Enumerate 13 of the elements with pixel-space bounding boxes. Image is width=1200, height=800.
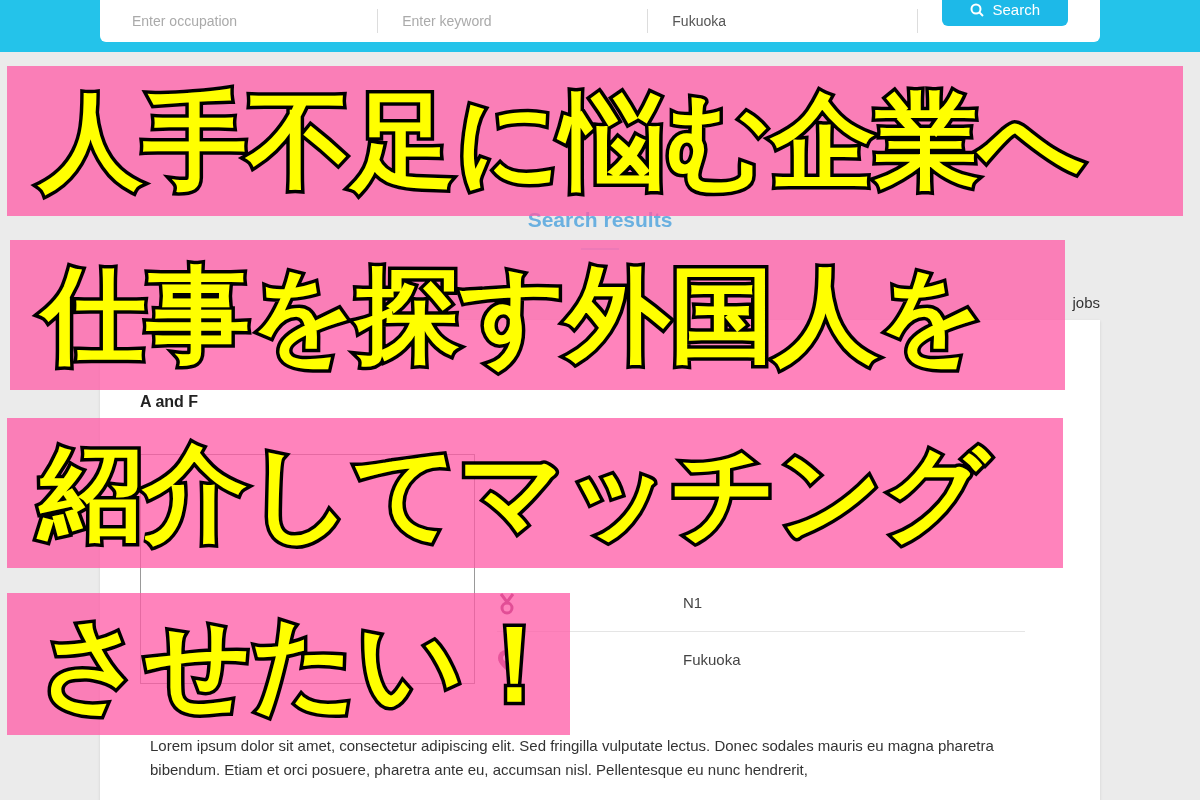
caption-text: させたい！: [38, 602, 568, 727]
search-field[interactable]: Enter occupation: [132, 11, 362, 32]
search-field[interactable]: Fukuoka: [672, 11, 902, 32]
job-description: Lorem ipsum dolor sit amet, consectetur adipiscing elit. Sed fringilla vulputate lectus. Donec sodales mauris eu magna pharetra bibendum. Etiam et orci posuere, pharetra ante eu, accumsan nisl. Pellentesque eu nunc hendrerit,: [150, 736, 995, 780]
detail-value: N1: [683, 593, 703, 614]
search-icon: [970, 3, 985, 17]
caption-text: 仕事を探す外国人を: [36, 250, 990, 380]
job-count: jobs: [1072, 292, 1100, 313]
caption-text: 紹介してマッチング: [33, 428, 995, 558]
search-field[interactable]: Enter keyword: [402, 11, 632, 32]
detail-value: Fukuoka: [683, 649, 741, 670]
caption-text: 人手不足に悩む企業へ: [36, 79, 1086, 204]
company-name: A and F: [140, 392, 200, 412]
